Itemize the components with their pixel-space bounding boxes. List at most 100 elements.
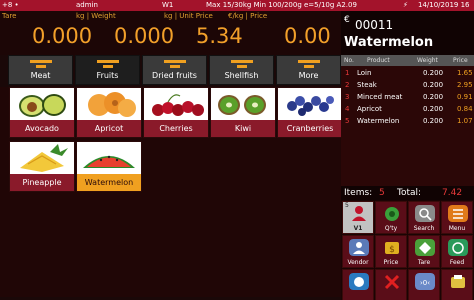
cherries-icon bbox=[144, 88, 208, 121]
table-header: No. Product Weight Price bbox=[341, 55, 474, 66]
category-bar-marker bbox=[35, 65, 46, 68]
svg-text:›0‹: ›0‹ bbox=[420, 279, 430, 287]
category-label: More bbox=[298, 71, 319, 80]
tare-button[interactable]: Tare bbox=[408, 235, 440, 268]
product-tile-avocado[interactable]: Avocado bbox=[9, 87, 75, 138]
table-row[interactable]: 2 Steak 0.200 2.95 bbox=[341, 80, 474, 91]
status-indicators: +8 • bbox=[2, 1, 19, 9]
row-no: 1 bbox=[345, 69, 350, 77]
table-row[interactable]: 3 Minced meat 0.200 0.91 bbox=[341, 92, 474, 103]
category-fruits[interactable]: Fruits bbox=[75, 55, 140, 85]
menu-button[interactable]: Menu bbox=[441, 201, 473, 234]
table-row[interactable]: 5 Watermelon 0.200 1.07 bbox=[341, 116, 474, 127]
clear-icon bbox=[349, 273, 369, 290]
row-product: Watermelon bbox=[357, 117, 400, 125]
items-count: 5 bbox=[379, 188, 385, 198]
button-label: Tare bbox=[417, 259, 431, 266]
quantity-icon bbox=[385, 207, 399, 221]
category-more[interactable]: More bbox=[276, 55, 341, 85]
product-tile-pineapple[interactable]: Pineapple bbox=[9, 141, 75, 192]
category-shellfish[interactable]: Shellfish bbox=[209, 55, 274, 85]
product-code: 00011 bbox=[355, 18, 394, 32]
product-grid: Avocado Apricot Cherries Kiwi Cranberrie… bbox=[0, 87, 343, 297]
row-price: 1.65 bbox=[457, 69, 473, 77]
category-bar-marker bbox=[163, 60, 186, 63]
button-label: V1 bbox=[353, 225, 363, 232]
col-price: Price bbox=[453, 57, 468, 64]
user-icon bbox=[352, 206, 366, 221]
flash-icon: ⚡ bbox=[403, 1, 408, 9]
product-name-display: Watermelon bbox=[344, 35, 434, 50]
row-weight: 0.200 bbox=[423, 105, 444, 113]
category-label: Shellfish bbox=[224, 71, 259, 80]
category-label: Dried fruits bbox=[152, 71, 197, 80]
order-list: 1 Loin 0.200 1.65 2 Steak 0.200 2.95 3 M… bbox=[341, 66, 474, 186]
product-tile-kiwi[interactable]: Kiwi bbox=[210, 87, 276, 138]
vendor-button[interactable]: Vendor bbox=[342, 235, 374, 268]
category-label: Meat bbox=[30, 71, 51, 80]
col-weight: Weight bbox=[417, 57, 438, 64]
quantity-button[interactable]: Q'ty bbox=[375, 201, 407, 234]
user-name: admin bbox=[76, 1, 98, 9]
clear-button[interactable] bbox=[342, 269, 374, 300]
total-value: 7.42 bbox=[442, 188, 463, 198]
zero-button[interactable]: ›0‹ bbox=[408, 269, 440, 300]
category-bar-marker bbox=[303, 65, 314, 68]
items-label: Items: bbox=[344, 188, 373, 198]
delete-button[interactable] bbox=[375, 269, 407, 300]
table-row[interactable]: 1 Loin 0.200 1.65 bbox=[341, 68, 474, 79]
feed-button[interactable]: Feed bbox=[441, 235, 473, 268]
button-label: Q'ty bbox=[384, 225, 398, 232]
tare-label: Tare bbox=[2, 12, 17, 20]
order-summary: Items: 5 Total: 7.42 bbox=[341, 186, 474, 200]
category-dried-fruits[interactable]: Dried fruits bbox=[142, 55, 207, 85]
cranberries-icon bbox=[278, 88, 342, 121]
delete-icon bbox=[384, 274, 400, 290]
scale-range: Max 15/30kg Min 100/200g e=5/10g A2.09 bbox=[206, 1, 357, 9]
price-value: 0.00 bbox=[284, 24, 331, 48]
row-price: 0.84 bbox=[457, 105, 473, 113]
row-product: Minced meat bbox=[357, 93, 403, 101]
search-button[interactable]: Search bbox=[408, 201, 440, 234]
weight-label: kg | Weight bbox=[76, 12, 116, 20]
row-price: 0.91 bbox=[457, 93, 473, 101]
tare-value: 0.000 bbox=[32, 24, 93, 48]
row-weight: 0.200 bbox=[423, 93, 444, 101]
product-name: Cherries bbox=[144, 120, 208, 137]
product-tile-apricot[interactable]: Apricot bbox=[76, 87, 142, 138]
product-name: Pineapple bbox=[10, 174, 74, 191]
row-product: Apricot bbox=[357, 105, 382, 113]
button-label: Vendor bbox=[347, 259, 369, 266]
vendor-icon bbox=[349, 239, 369, 256]
pineapple-icon bbox=[10, 142, 74, 175]
price-label: €/kg | Price bbox=[228, 12, 268, 20]
row-price: 2.95 bbox=[457, 81, 473, 89]
menu-icon bbox=[448, 205, 468, 222]
col-no: No. bbox=[344, 57, 354, 64]
category-bar-marker bbox=[96, 60, 119, 63]
datetime: 14/10/2019 16 bbox=[418, 1, 470, 9]
button-label: Feed bbox=[449, 259, 465, 266]
operator-v1-button[interactable]: 5 V1 bbox=[342, 201, 374, 234]
category-bar-marker bbox=[102, 65, 113, 68]
product-tile-cranberries[interactable]: Cranberries bbox=[277, 87, 343, 138]
category-bar-marker bbox=[297, 60, 320, 63]
print-button[interactable] bbox=[441, 269, 473, 300]
function-buttons: 5 V1 Q'ty Search Menu Vendor $ Price Tar… bbox=[341, 200, 474, 300]
avocado-icon bbox=[10, 88, 74, 121]
weight-value: 0.000 bbox=[114, 24, 175, 48]
feed-icon bbox=[448, 239, 468, 256]
total-label: Total: bbox=[397, 188, 422, 198]
table-row[interactable]: 4 Apricot 0.200 0.84 bbox=[341, 104, 474, 115]
button-label: Menu bbox=[448, 225, 466, 232]
apricot-icon bbox=[77, 88, 141, 121]
category-meat[interactable]: Meat bbox=[8, 55, 73, 85]
category-bar-marker bbox=[236, 65, 247, 68]
product-header: € 00011 Watermelon bbox=[341, 11, 474, 55]
product-tile-cherries[interactable]: Cherries bbox=[143, 87, 209, 138]
watermelon-icon bbox=[77, 142, 141, 175]
button-label: Price bbox=[383, 259, 399, 266]
unit-price-label: kg | Unit Price bbox=[164, 12, 213, 20]
price-button[interactable]: $ Price bbox=[375, 235, 407, 268]
product-tile-watermelon[interactable]: Watermelon bbox=[76, 141, 142, 192]
